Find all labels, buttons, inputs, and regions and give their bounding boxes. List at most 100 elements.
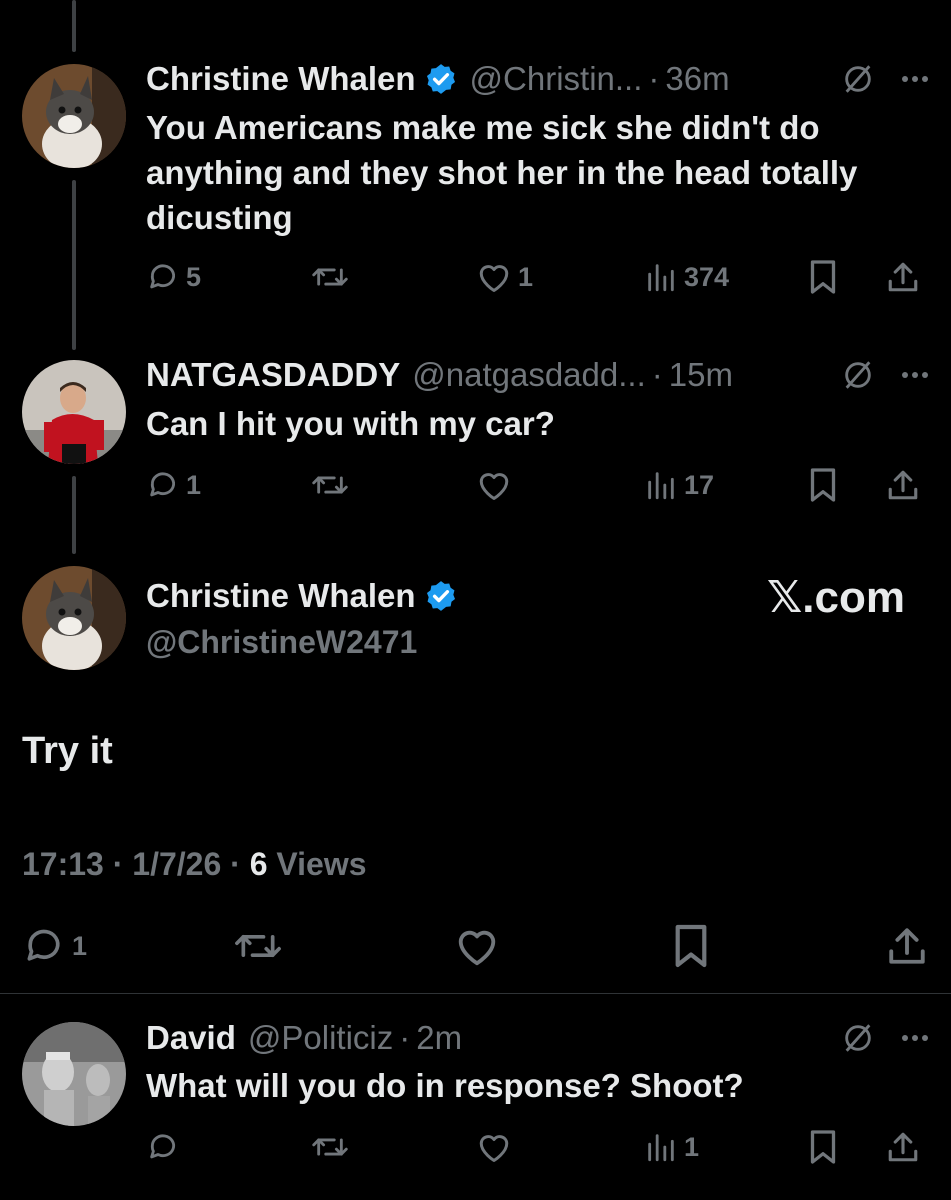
author-handle[interactable]: @ChristineW2471 (146, 620, 417, 664)
share-icon (888, 262, 918, 292)
post-time: 17:13 (22, 846, 104, 882)
like-count: 1 (518, 261, 534, 292)
repost-button[interactable] (232, 918, 284, 974)
repost-icon (235, 935, 281, 957)
repost-button[interactable] (310, 1124, 350, 1170)
views-button[interactable]: 17 (644, 462, 714, 508)
post-actions: 5 1 374 (146, 254, 926, 300)
share-icon (888, 470, 918, 500)
watermark: 𝕏.com (766, 573, 905, 622)
post-actions: 1 17 (146, 462, 926, 508)
like-button[interactable] (454, 918, 500, 974)
views-count: 6 (249, 846, 268, 882)
grok-icon[interactable] (841, 358, 875, 392)
reply-count: 1 (186, 469, 202, 500)
grok-icon[interactable] (841, 1021, 875, 1055)
views-icon (648, 264, 674, 292)
repost-button[interactable] (310, 254, 350, 300)
bookmark-icon (675, 924, 707, 968)
share-button[interactable] (886, 254, 920, 300)
reply-button[interactable] (146, 1124, 180, 1170)
post-time[interactable]: 36m (665, 60, 729, 98)
avatar[interactable] (22, 566, 126, 670)
post-date: 1/7/26 (132, 846, 222, 882)
post-actions: 1 (146, 1124, 926, 1170)
more-icon[interactable] (901, 75, 929, 83)
share-icon (889, 928, 925, 964)
separator-dot: · (230, 846, 241, 882)
reply-icon (27, 929, 60, 961)
separator-dot: · (399, 1019, 411, 1056)
author-handle[interactable]: @natgasdadd... (412, 356, 646, 394)
post-header: David @Politiciz · 2m (146, 1016, 462, 1060)
repost-icon (312, 476, 348, 494)
author-name[interactable]: David (146, 1019, 236, 1057)
author-handle[interactable]: @Politiciz (248, 1019, 393, 1057)
bookmark-icon (810, 260, 836, 294)
post-time[interactable]: 2m (416, 1019, 462, 1057)
like-button[interactable] (476, 462, 512, 508)
post-time[interactable]: 15m (669, 356, 733, 394)
post-actions: 1 (22, 918, 932, 974)
like-button[interactable]: 1 (476, 254, 533, 300)
share-button[interactable] (886, 462, 920, 508)
like-icon (479, 473, 509, 500)
bookmark-button[interactable] (808, 1124, 838, 1170)
reply-button[interactable]: 1 (146, 462, 201, 508)
bookmark-icon (810, 468, 836, 502)
reply-button[interactable]: 1 (22, 918, 87, 974)
post-header: Christine Whalen @Christin... · 36m (146, 57, 730, 101)
share-icon (888, 1132, 918, 1162)
verified-badge-icon (426, 581, 455, 611)
avatar[interactable] (22, 64, 126, 168)
post-header: NATGASDADDY @natgasdadd... · 15m (146, 353, 733, 397)
share-button[interactable] (886, 918, 928, 974)
bookmark-button[interactable] (672, 918, 710, 974)
like-icon (479, 1135, 509, 1162)
views-icon (648, 1134, 674, 1162)
like-icon (458, 930, 496, 966)
more-icon[interactable] (901, 371, 929, 379)
post-menu (841, 353, 929, 397)
views-count: 17 (684, 469, 715, 500)
repost-icon (312, 1138, 348, 1156)
more-icon[interactable] (901, 1034, 929, 1042)
post-text: You Americans make me sick she didn't do… (146, 109, 858, 236)
avatar[interactable] (22, 1022, 126, 1126)
reply-button[interactable]: 5 (146, 254, 201, 300)
thread-line-top (72, 0, 76, 52)
post-menu (841, 1016, 929, 1060)
views-button[interactable]: 1 (644, 1124, 699, 1170)
reply-count: 5 (186, 261, 202, 292)
post-text: Try it (22, 730, 113, 772)
views-button[interactable]: 374 (644, 254, 729, 300)
avatar[interactable] (22, 360, 126, 464)
bookmark-icon (810, 1130, 836, 1164)
verified-badge-icon (426, 64, 455, 94)
main-author: Christine Whalen (146, 574, 458, 618)
separator-dot: · (651, 356, 663, 393)
bookmark-button[interactable] (808, 254, 838, 300)
views-count: 1 (684, 1131, 700, 1162)
author-name[interactable]: Christine Whalen (146, 577, 416, 615)
post-text: Can I hit you with my car? (146, 405, 555, 442)
separator-dot: · (112, 846, 124, 882)
author-handle[interactable]: @Christin... (470, 60, 643, 98)
author-name[interactable]: NATGASDADDY (146, 356, 400, 394)
views-label: Views (276, 846, 367, 882)
repost-icon (312, 268, 348, 286)
thread-line-2 (72, 476, 76, 554)
author-name[interactable]: Christine Whalen (146, 60, 416, 98)
post-menu (841, 57, 929, 101)
reply-count: 1 (72, 930, 88, 961)
share-button[interactable] (886, 1124, 920, 1170)
thread-line-1 (72, 180, 76, 350)
repost-button[interactable] (310, 462, 350, 508)
post-text: What will you do in response? Shoot? (146, 1067, 744, 1104)
reply-icon (150, 1134, 176, 1159)
bookmark-button[interactable] (808, 462, 838, 508)
post-meta: 17:13 · 1/7/26 · 6 Views (22, 842, 367, 886)
grok-icon[interactable] (841, 62, 875, 96)
like-icon (479, 265, 509, 292)
like-button[interactable] (476, 1124, 512, 1170)
